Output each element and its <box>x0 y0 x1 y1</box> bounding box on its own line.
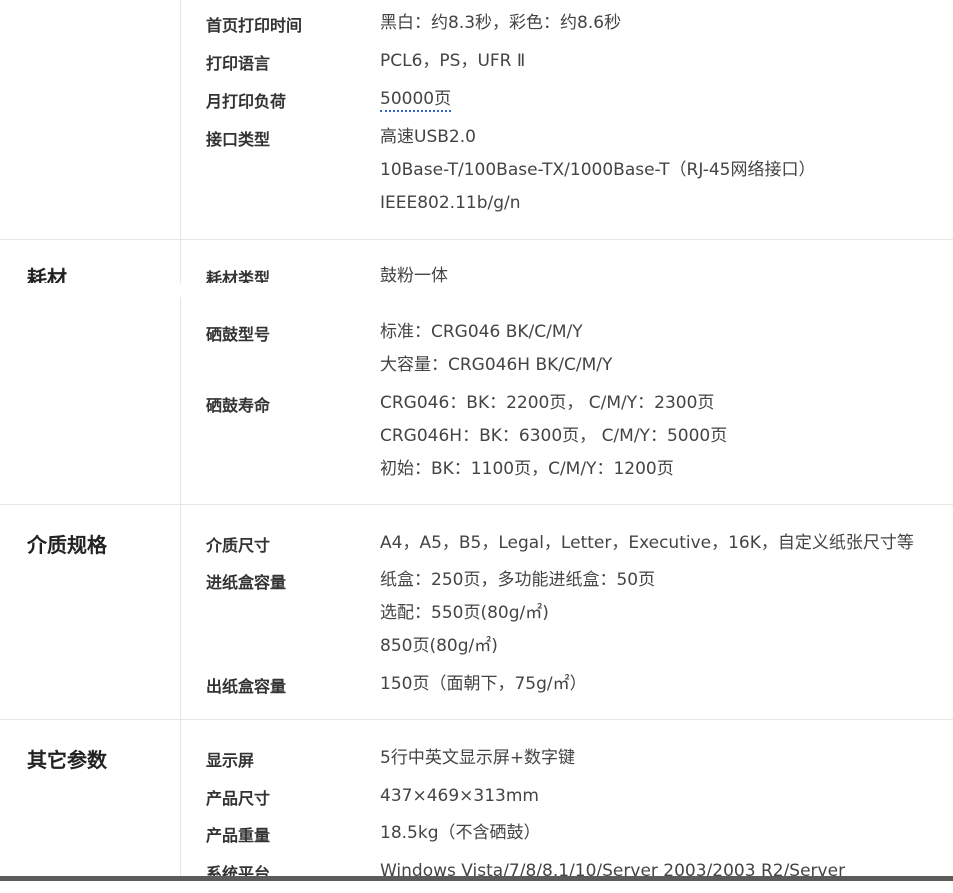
spec-label: 显示屏 <box>206 751 255 770</box>
spec-label: 月打印负荷 <box>206 92 287 111</box>
spec-value: 5行中英文显示屏+数字键 <box>380 748 576 768</box>
horizontal-scrollbar[interactable] <box>0 876 953 881</box>
spec-value: 437×469×313mm <box>380 786 539 806</box>
spec-value: CRG046：BK：2200页， C/M/Y：2300页 CRG046H：BK：… <box>380 393 728 479</box>
spec-value: 18.5kg（不含硒鼓） <box>380 823 541 843</box>
spec-section-general: 首页打印时间 黑白：约8.3秒，彩色：约8.6秒 打印语言 PCL6，PS，UF… <box>0 0 953 240</box>
spec-label: 首页打印时间 <box>206 16 303 35</box>
spec-label: 介质尺寸 <box>206 536 271 555</box>
spec-value: 标准：CRG046 BK/C/M/Y 大容量：CRG046H BK/C/M/Y <box>380 322 613 375</box>
spec-label: 产品重量 <box>206 826 271 845</box>
spec-label: 接口类型 <box>206 130 271 149</box>
spec-label: 硒鼓型号 <box>206 325 271 344</box>
spec-value: 黑白：约8.3秒，彩色：约8.6秒 <box>380 13 622 33</box>
spec-value: A4，A5，B5，Legal，Letter，Executive，16K，自定义纸… <box>380 533 914 553</box>
spec-value: 50000页 <box>380 88 452 121</box>
spec-section-other: 其它参数 显示屏 5行中英文显示屏+数字键 产品尺寸 437×469×313mm… <box>0 719 953 883</box>
spec-label: 硒鼓寿命 <box>206 396 271 415</box>
category-title: 其它参数 <box>27 748 107 772</box>
spec-section-consumables: 耗材 耗材类型 鼓粉一体 硒鼓型号 标准：CRG046 BK/C/M/Y 大容量… <box>0 239 953 505</box>
spec-value: 纸盒：250页，多功能进纸盒：50页 选配：550页(80g/㎡) 850页(8… <box>380 570 656 656</box>
spec-section-media: 介质规格 介质尺寸 A4，A5，B5，Legal，Letter，Executiv… <box>0 504 953 720</box>
spec-label: 产品尺寸 <box>206 789 271 808</box>
monthly-duty-link[interactable]: 50000页 <box>380 89 452 112</box>
render-glitch-band <box>0 283 953 297</box>
spec-value: 150页（面朝下，75g/㎡） <box>380 674 587 694</box>
spec-label: 出纸盒容量 <box>206 677 287 696</box>
category-title: 介质规格 <box>27 533 107 557</box>
spec-value: PCL6，PS，UFR Ⅱ <box>380 51 526 71</box>
spec-label: 打印语言 <box>206 54 271 73</box>
spec-value: 高速USB2.0 10Base-T/100Base-TX/1000Base-T（… <box>380 127 816 213</box>
spec-label: 进纸盒容量 <box>206 573 287 592</box>
